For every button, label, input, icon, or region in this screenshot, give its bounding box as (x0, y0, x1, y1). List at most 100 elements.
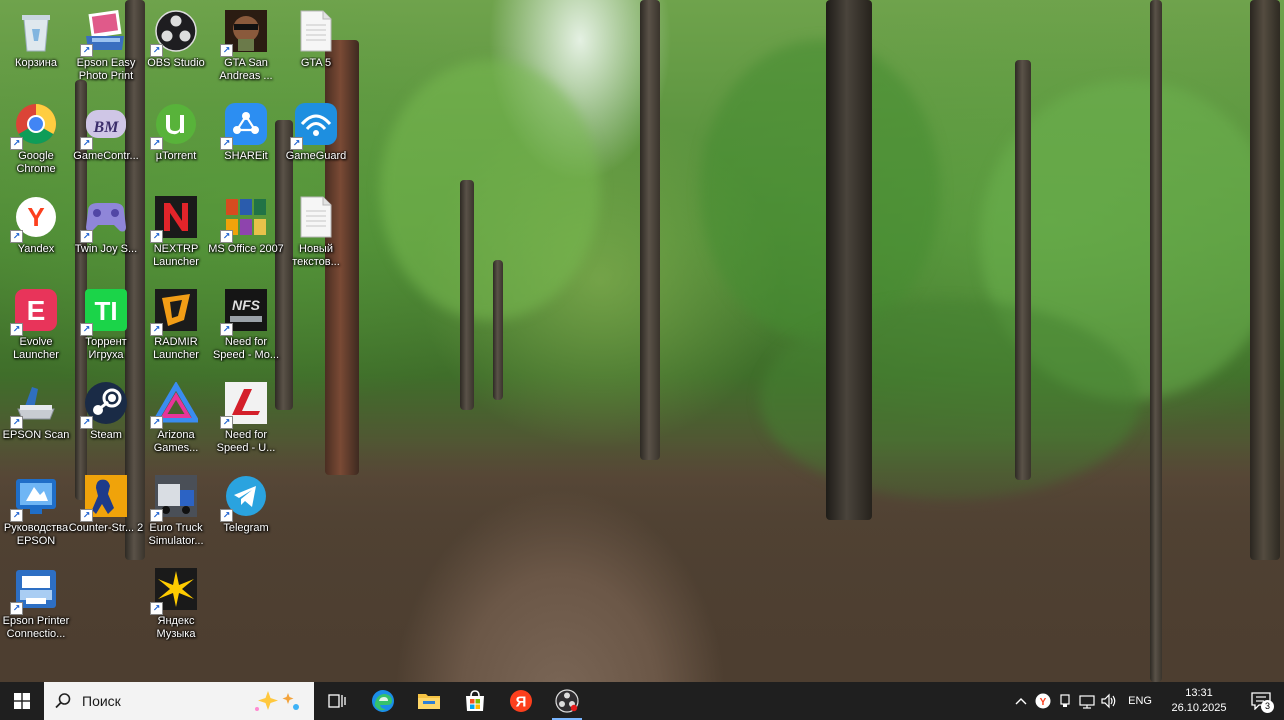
desktop-icon-gameguard[interactable]: ↗ GameGuard (280, 97, 352, 185)
desktop-icon-nextrp-launcher[interactable]: ↗ NEXTRP Launcher (140, 190, 212, 278)
desktop-icon-label: Yandex (17, 243, 55, 255)
tray-yandex[interactable]: Y (1032, 682, 1054, 720)
shortcut-arrow-icon: ↗ (10, 416, 23, 429)
desktop-icon-gamecontroller[interactable]: BM ↗ GameContr... (70, 97, 142, 185)
epson-printer-connection-icon: ↗ (10, 566, 59, 615)
desktop-icon-shareit[interactable]: ↗ SHAREit (210, 97, 282, 185)
desktop-icon-radmir-launcher[interactable]: ↗ RADMIR Launcher (140, 283, 212, 371)
desktop-icon-recycle-bin[interactable]: Корзина (0, 4, 72, 92)
steam-icon: ↗ (80, 380, 129, 429)
file-explorer-icon (418, 694, 440, 709)
taskbar-search[interactable]: Поиск (44, 682, 314, 720)
yandex-music-icon: ↗ (150, 566, 199, 615)
clock-time: 13:31 (1185, 687, 1213, 699)
clock-date: 26.10.2025 (1171, 702, 1227, 714)
shortcut-arrow-icon: ↗ (10, 323, 23, 336)
notification-count-badge: 3 (1261, 700, 1274, 713)
clock[interactable]: 13:31 26.10.2025 (1160, 686, 1238, 716)
arizona-games-icon: ↗ (150, 380, 199, 429)
desktop-icon-evolve-launcher[interactable]: E ↗ Evolve Launcher (0, 283, 72, 371)
desktop-icon-steam[interactable]: ↗ Steam (70, 376, 142, 464)
desktop-icon-twinjoy[interactable]: ↗ Twin Joy S... (70, 190, 142, 278)
shortcut-arrow-icon: ↗ (220, 137, 233, 150)
desktop-icon-gta-san-andreas[interactable]: ↗ GTA San Andreas ... (210, 4, 282, 92)
desktop-icon-label: Торрент Игруха (85, 336, 127, 361)
start-button[interactable] (0, 682, 44, 720)
desktop-icon-ms-office[interactable]: ↗ MS Office 2007 (208, 190, 284, 278)
tray-overflow-button[interactable] (1010, 682, 1032, 720)
taskbar: Поиск Я Y ENG 13:31 26.10.2025 3 (0, 682, 1284, 720)
shortcut-arrow-icon: ↗ (150, 44, 163, 57)
tray-volume[interactable] (1098, 682, 1120, 720)
desktop-icon-label: Evolve Launcher (13, 336, 59, 361)
recycle-bin-icon (13, 8, 59, 54)
desktop-icon-counter-strike[interactable]: ↗ Counter-Str... 2 (69, 469, 143, 557)
desktop-icon-label: Steam (90, 429, 122, 441)
text-file-icon (293, 8, 339, 54)
desktop-icon-label: Euro Truck Simulator... (148, 522, 204, 547)
telegram-icon: ↗ (220, 473, 269, 522)
need-for-speed-u-icon: ↗ (220, 380, 269, 429)
taskbar-obs-studio[interactable] (544, 682, 590, 720)
shortcut-arrow-icon: ↗ (80, 416, 93, 429)
shortcut-arrow-icon: ↗ (220, 323, 233, 336)
shortcut-arrow-icon: ↗ (150, 602, 163, 615)
shortcut-arrow-icon: ↗ (150, 137, 163, 150)
shortcut-arrow-icon: ↗ (150, 323, 163, 336)
svg-text:NFS: NFS (232, 297, 261, 313)
tray-network[interactable] (1076, 682, 1098, 720)
desktop-icon-label: GameGuard (285, 150, 347, 162)
desktop-icon-arizona-games[interactable]: ↗ Arizona Games... (140, 376, 212, 464)
taskbar-file-explorer[interactable] (406, 682, 452, 720)
taskbar-edge[interactable] (360, 682, 406, 720)
desktop-icon-epson-scan[interactable]: ↗ EPSON Scan (0, 376, 72, 464)
desktop-icon-label: OBS Studio (147, 57, 205, 69)
tray-usb[interactable] (1054, 682, 1076, 720)
desktop-icon-torrent-igruha[interactable]: TI ↗ Торрент Игруха (70, 283, 142, 371)
task-view-button[interactable] (314, 682, 360, 720)
task-view-icon (328, 694, 346, 708)
desktop-icon-yandex-browser[interactable]: Y ↗ Yandex (0, 190, 72, 278)
desktop-icon-label: NEXTRP Launcher (153, 243, 199, 268)
epson-easy-photo-print-icon: ↗ (80, 8, 129, 57)
speaker-icon (1101, 693, 1116, 709)
search-placeholder: Поиск (82, 693, 121, 709)
desktop-icon-chrome[interactable]: ↗ Google Chrome (0, 97, 72, 185)
shortcut-arrow-icon: ↗ (10, 230, 23, 243)
desktop-icon-label: MS Office 2007 (208, 243, 284, 255)
desktop-icon-need-for-speed-u[interactable]: ↗ Need for Speed - U... (210, 376, 282, 464)
desktop-icon-utorrent[interactable]: ↗ µTorrent (140, 97, 212, 185)
desktop-icon-text-file[interactable]: GTA 5 (280, 4, 352, 92)
shareit-icon: ↗ (220, 101, 269, 150)
desktop-icon-text-file[interactable]: Новый текстов... (280, 190, 352, 278)
twinjoy-icon: ↗ (80, 194, 129, 243)
desktop-icon-label: Telegram (223, 522, 269, 534)
desktop-icon-euro-truck-simulator[interactable]: ↗ Euro Truck Simulator... (140, 469, 212, 557)
counter-strike-icon: ↗ (80, 473, 129, 522)
action-center-button[interactable]: 3 (1238, 682, 1284, 720)
desktop-icon-epson-printer-connection[interactable]: ↗ Epson Printer Connectio... (0, 562, 72, 650)
radmir-launcher-icon: ↗ (150, 287, 199, 336)
gta-san-andreas-icon: ↗ (220, 8, 269, 57)
shortcut-arrow-icon: ↗ (290, 137, 303, 150)
obs-studio-icon (555, 689, 579, 713)
shortcut-arrow-icon: ↗ (10, 602, 23, 615)
svg-text:BM: BM (93, 119, 120, 136)
euro-truck-simulator-icon: ↗ (150, 473, 199, 522)
desktop-icon-yandex-music[interactable]: ↗ Яндекс Музыка (140, 562, 212, 650)
svg-text:Y: Y (27, 202, 44, 232)
taskbar-microsoft-store[interactable] (452, 682, 498, 720)
desktop-icon-need-for-speed-mw[interactable]: NFS ↗ Need for Speed - Mo... (210, 283, 282, 371)
usb-device-icon (1060, 694, 1070, 707)
chevron-up-icon (1015, 698, 1027, 705)
desktop-icon-obs-studio[interactable]: ↗ OBS Studio (140, 4, 212, 92)
desktop-icon-epson-manuals[interactable]: ↗ Руководства EPSON (0, 469, 72, 557)
shortcut-arrow-icon: ↗ (10, 509, 23, 522)
input-language[interactable]: ENG (1120, 695, 1160, 707)
desktop-icon-epson-easy-photo-print[interactable]: ↗ Epson Easy Photo Print (70, 4, 142, 92)
yandex-browser-icon: Я (510, 690, 532, 712)
desktop-icon-label: Need for Speed - U... (216, 429, 276, 454)
yandex-browser-icon: Y ↗ (10, 194, 59, 243)
taskbar-yandex-browser[interactable]: Я (498, 682, 544, 720)
desktop-icon-telegram[interactable]: ↗ Telegram (210, 469, 282, 557)
